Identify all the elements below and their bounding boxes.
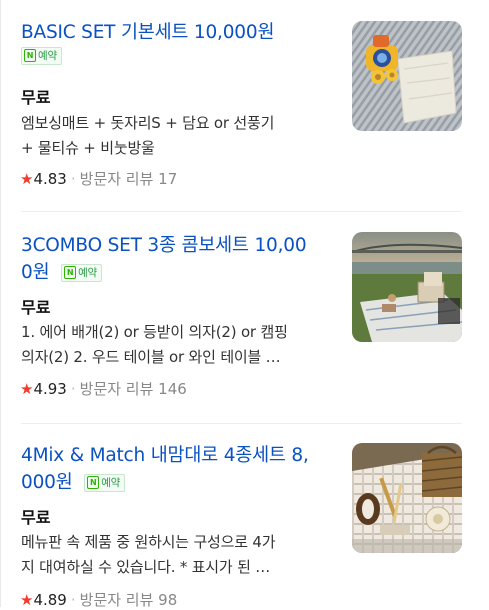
item-description: 메뉴판 속 제품 중 원하시는 구성으로 4가 지 대여하실 수 있습니다. *…: [21, 530, 336, 580]
rating-row: ★4.93 · 방문자 리뷰 146: [20, 378, 187, 399]
riverside-picnic-photo-icon: [352, 232, 462, 342]
desc-line: 메뉴판 속 제품 중 원하시는 구성으로 4가: [21, 533, 276, 551]
reservation-badge: N 예약: [61, 264, 102, 282]
desc-line: 1. 에어 배개(2) or 등받이 의자(2) or 캠핑: [21, 323, 288, 341]
reservation-badge: N 예약: [21, 47, 62, 65]
naver-n-icon: N: [87, 476, 100, 489]
desc-line: 엠보싱매트 + 돗자리S + 담요 or 선풍기: [21, 114, 275, 132]
price-label: 무료: [21, 298, 51, 317]
item-description: 1. 에어 배개(2) or 등받이 의자(2) or 캠핑 의자(2) 2. …: [21, 320, 336, 370]
separator-dot: ·: [70, 170, 76, 188]
separator-dot: ·: [70, 380, 76, 398]
list-item[interactable]: BASIC SET 기본세트 10,000원 N 예약 무료 엠보싱매트 + 돗자…: [0, 0, 489, 210]
item-title-link[interactable]: 3COMBO SET 3종 콤보세트 10,00 0원 N 예약: [21, 232, 339, 286]
badge-label: 예약: [38, 50, 57, 62]
thumbnail-image[interactable]: [352, 21, 462, 131]
review-count-link[interactable]: 방문자 리뷰 146: [80, 380, 187, 398]
item-title-link[interactable]: BASIC SET 기본세트 10,000원 N 예약: [21, 19, 339, 65]
desc-line: 지 대여하실 수 있습니다. * 표시가 된 …: [21, 558, 271, 576]
price-label: 무료: [21, 88, 51, 107]
title-text[interactable]: 4Mix & Match 내맘대로 4종세트 8,: [21, 442, 339, 469]
list-item[interactable]: 3COMBO SET 3종 콤보세트 10,00 0원 N 예약 무료 1. 에어…: [0, 212, 489, 422]
price-label: 무료: [21, 508, 51, 527]
naver-n-icon: N: [64, 266, 77, 279]
star-icon: ★: [20, 380, 34, 398]
reservation-badge: N 예약: [84, 474, 126, 492]
rating-value: 4.89: [33, 591, 67, 609]
title-text-continued[interactable]: 0원: [21, 262, 50, 283]
review-count-link[interactable]: 방문자 리뷰 98: [80, 591, 178, 609]
review-count-link[interactable]: 방문자 리뷰 17: [80, 170, 178, 188]
item-title-link[interactable]: 4Mix & Match 내맘대로 4종세트 8, 000원 N 예약: [21, 442, 339, 496]
desc-line: + 물티슈 + 비눗방울: [21, 139, 155, 157]
rating-value: 4.93: [33, 380, 67, 398]
desc-line: 의자(2) 2. 우드 테이블 or 와인 테이블 …: [21, 348, 281, 366]
title-text-continued[interactable]: 000원: [21, 472, 73, 493]
title-text[interactable]: 3COMBO SET 3종 콤보세트 10,00: [21, 232, 339, 259]
naver-n-icon: N: [24, 49, 36, 62]
star-icon: ★: [20, 591, 34, 609]
rating-row: ★4.83 · 방문자 리뷰 17: [20, 168, 177, 189]
star-icon: ★: [20, 170, 34, 188]
item-description: 엠보싱매트 + 돗자리S + 담요 or 선풍기 + 물티슈 + 비눗방울: [21, 111, 336, 161]
rating-value: 4.83: [33, 170, 67, 188]
thumbnail-image[interactable]: [352, 232, 462, 342]
picnic-basket-photo-icon: [352, 443, 462, 553]
list-item[interactable]: 4Mix & Match 내맘대로 4종세트 8, 000원 N 예약 무료 메뉴…: [0, 424, 489, 609]
separator-dot: ·: [70, 591, 76, 609]
badge-label: 예약: [78, 267, 97, 279]
badge-label: 예약: [101, 477, 121, 489]
picnic-mat-photo-icon: [352, 21, 462, 131]
thumbnail-image[interactable]: [352, 443, 462, 553]
title-text[interactable]: BASIC SET 기본세트 10,000원: [21, 22, 274, 43]
